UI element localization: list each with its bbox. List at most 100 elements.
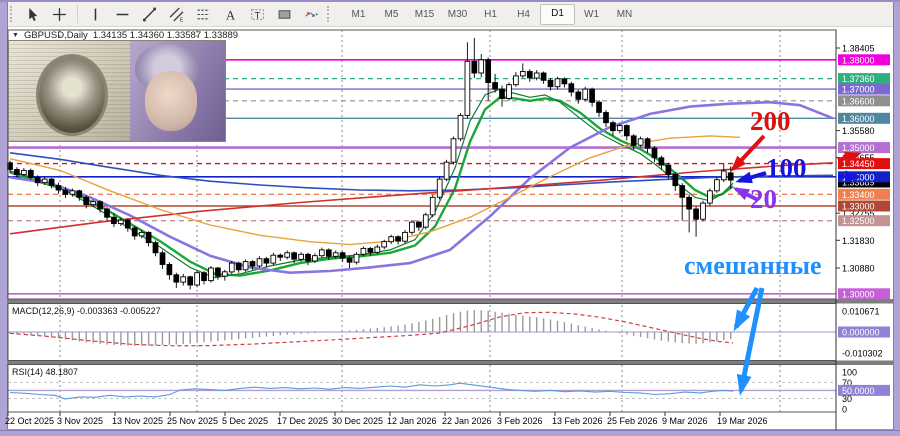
candle — [56, 186, 61, 190]
candle — [105, 209, 110, 217]
candle — [652, 148, 657, 158]
currency-collage-image — [9, 41, 225, 141]
candle — [209, 268, 214, 281]
candle — [326, 250, 331, 256]
candle — [202, 273, 207, 281]
annotation-ma100: 100 — [766, 155, 807, 182]
candle — [236, 263, 241, 270]
candle — [22, 170, 27, 174]
candle — [687, 197, 692, 209]
candle — [188, 277, 193, 285]
candle — [694, 209, 699, 219]
candle — [98, 202, 103, 209]
candle — [638, 139, 643, 145]
candle — [257, 259, 262, 266]
candle — [701, 203, 706, 219]
candle — [604, 113, 609, 123]
candle — [451, 139, 456, 162]
candle — [562, 79, 567, 84]
candle — [319, 250, 324, 256]
candle — [527, 72, 532, 78]
candle — [624, 126, 629, 136]
candle — [680, 186, 685, 198]
candle — [250, 262, 255, 266]
candle — [673, 175, 678, 186]
candle — [42, 179, 47, 183]
candle — [84, 197, 89, 204]
candle — [493, 83, 498, 89]
candle — [514, 76, 519, 85]
washington-portrait — [39, 57, 105, 133]
candle — [153, 243, 158, 253]
candle — [160, 253, 165, 265]
candle — [299, 254, 304, 259]
candle — [486, 60, 491, 83]
candle — [417, 222, 422, 227]
candle — [216, 268, 221, 276]
candle — [222, 272, 227, 276]
candle — [520, 72, 525, 76]
candle — [139, 232, 144, 236]
candle — [70, 191, 75, 195]
candle — [306, 254, 311, 261]
candle — [167, 265, 172, 275]
candle — [444, 162, 449, 179]
candle — [243, 262, 248, 270]
annotation-ma20: 20 — [750, 186, 777, 213]
candle — [715, 180, 720, 191]
candle — [264, 259, 269, 263]
candle — [119, 220, 124, 224]
candle — [132, 228, 137, 236]
candle — [548, 80, 553, 86]
candle — [708, 191, 713, 203]
rsi-indicator-label: RSI(14) 48.1807 — [12, 367, 78, 377]
candle — [583, 89, 588, 99]
candle — [28, 170, 33, 177]
candle — [292, 253, 297, 259]
candle — [403, 232, 408, 241]
candle — [631, 136, 636, 145]
candle — [63, 190, 68, 194]
price-axis[interactable] — [836, 30, 893, 430]
candle — [35, 177, 40, 182]
candle — [347, 258, 352, 262]
candle — [479, 60, 484, 73]
annotation-ma200: 200 — [750, 108, 791, 135]
window-frame-top — [0, 0, 900, 2]
candle — [617, 126, 622, 131]
chart-ohlc-values: 1.34135 1.34360 1.33587 1.33889 — [93, 30, 238, 41]
candle — [174, 275, 179, 282]
time-axis[interactable] — [8, 412, 836, 430]
candle — [437, 179, 442, 197]
candle — [146, 232, 151, 242]
candle — [465, 61, 470, 115]
candle — [77, 191, 82, 197]
chart-title-dropdown-icon[interactable]: ▼ — [12, 32, 19, 39]
candle — [728, 173, 733, 180]
candle — [15, 170, 20, 175]
candle — [645, 139, 650, 148]
candle — [313, 256, 318, 261]
candle — [49, 179, 54, 185]
candle — [541, 73, 546, 80]
candle — [396, 237, 401, 241]
candle — [590, 89, 595, 102]
candle — [597, 102, 602, 112]
candle — [555, 79, 560, 87]
window-frame-right — [893, 0, 900, 436]
candle — [430, 197, 435, 215]
candle — [354, 254, 359, 262]
candle — [576, 92, 581, 99]
candle — [278, 255, 283, 257]
candle — [458, 115, 463, 138]
queen-face — [145, 71, 197, 131]
candle — [472, 61, 477, 73]
candle — [271, 255, 276, 263]
macd-indicator-label: MACD(12,26,9) -0.003363 -0.005227 — [12, 306, 161, 316]
candle — [181, 277, 186, 282]
candle — [389, 237, 394, 242]
chart-title: ▼ GBPUSD,Daily 1.34135 1.34360 1.33587 1… — [12, 30, 238, 41]
candle — [112, 217, 117, 223]
candle — [410, 222, 415, 232]
candle — [382, 242, 387, 247]
